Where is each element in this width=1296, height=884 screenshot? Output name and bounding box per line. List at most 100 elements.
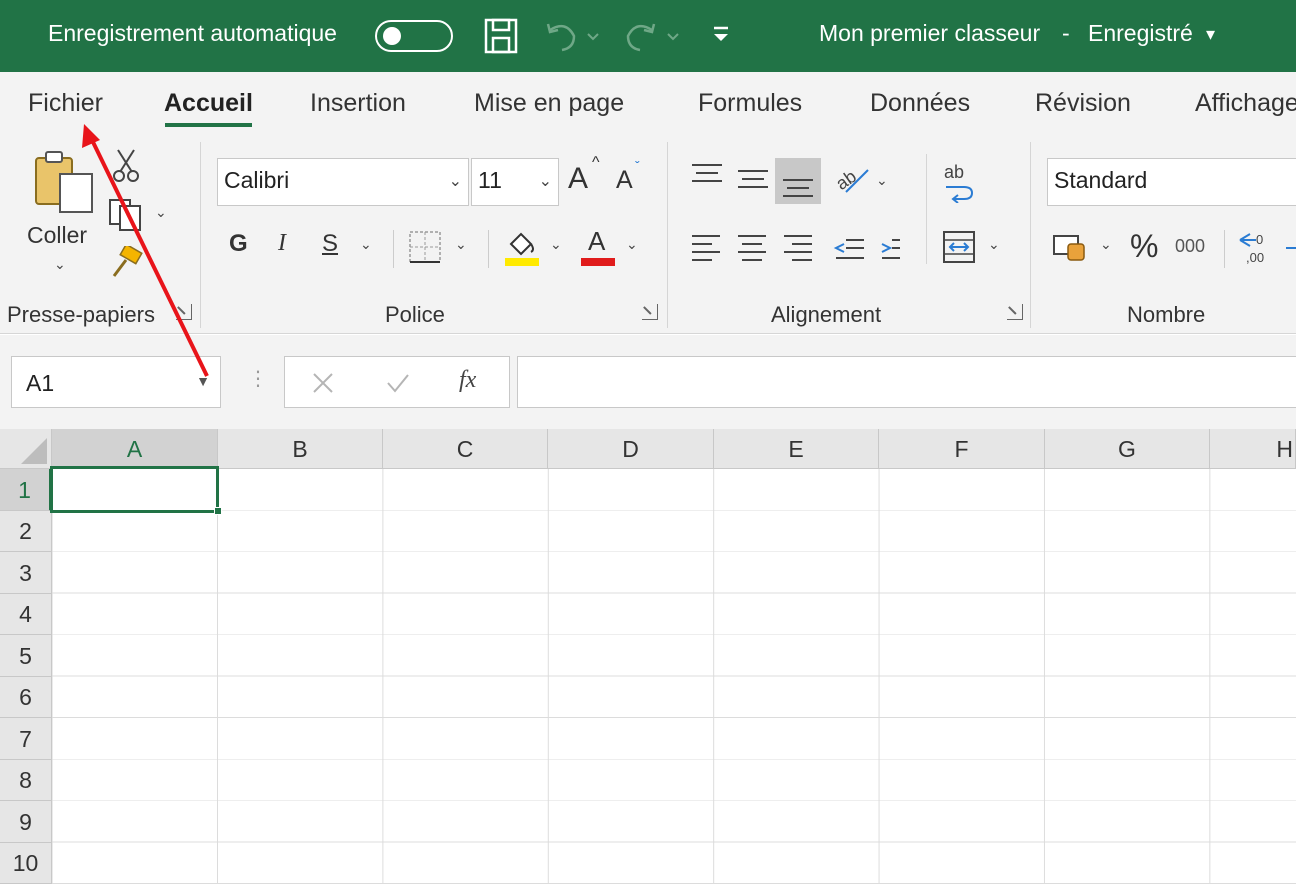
row-header[interactable]: 3 (0, 552, 52, 594)
bold-button[interactable]: G (229, 230, 248, 258)
fill-color-icon[interactable] (503, 226, 539, 268)
row-header[interactable]: 4 (0, 594, 52, 635)
chevron-down-icon: ⌄ (538, 173, 552, 190)
paste-dropdown-icon[interactable]: ⌄ (54, 256, 66, 273)
tab-fichier[interactable]: Fichier (28, 89, 103, 118)
tab-mise-en-page[interactable]: Mise en page (474, 89, 624, 118)
fill-handle[interactable] (214, 507, 222, 515)
font-launcher-icon[interactable] (642, 304, 658, 320)
font-color-dropdown-icon[interactable]: ⌄ (626, 236, 638, 253)
merge-dropdown-icon[interactable]: ⌄ (988, 236, 1000, 253)
tab-formules[interactable]: Formules (698, 89, 802, 118)
copy-dropdown-icon[interactable]: ⌄ (155, 204, 167, 221)
insert-function-button[interactable]: fx (459, 367, 476, 394)
align-center-icon[interactable] (738, 235, 766, 261)
tab-accueil[interactable]: Accueil (164, 89, 253, 118)
font-size-select[interactable]: 11 ⌄ (471, 158, 559, 206)
underline-button[interactable]: S (322, 230, 338, 258)
redo-icon[interactable] (622, 18, 684, 54)
grow-font-button[interactable]: A (568, 162, 588, 196)
paste-label[interactable]: Coller (27, 222, 87, 249)
borders-icon[interactable] (408, 230, 442, 264)
active-cell[interactable] (50, 466, 219, 513)
fill-color-dropdown-icon[interactable]: ⌄ (550, 236, 562, 253)
column-header[interactable]: F (879, 429, 1045, 469)
enter-icon[interactable] (385, 371, 411, 395)
save-icon[interactable] (484, 18, 518, 54)
italic-button[interactable]: I (278, 230, 286, 257)
tab-revision[interactable]: Révision (1035, 89, 1131, 118)
paste-icon[interactable] (34, 150, 96, 216)
divider (1224, 230, 1225, 268)
column-header[interactable]: H (1210, 429, 1296, 469)
align-bottom-button[interactable] (775, 158, 821, 204)
align-right-icon[interactable] (784, 235, 812, 261)
column-header[interactable]: E (714, 429, 879, 469)
tab-donnees[interactable]: Données (870, 89, 970, 118)
row-header[interactable]: 2 (0, 511, 52, 552)
row-header[interactable]: 9 (0, 801, 52, 843)
decrease-indent-icon[interactable] (833, 239, 864, 259)
formula-input[interactable] (517, 356, 1296, 408)
toggle-knob (383, 27, 401, 45)
autosave-toggle[interactable] (375, 20, 453, 52)
cells-area[interactable] (52, 469, 1296, 884)
font-color-button[interactable]: A (588, 226, 605, 257)
column-header[interactable]: A (52, 429, 218, 469)
number-format-select[interactable]: Standard (1047, 158, 1296, 206)
divider (926, 154, 927, 264)
align-top-icon[interactable] (690, 162, 724, 188)
group-label-alignment: Alignement (771, 302, 882, 327)
underline-dropdown-icon[interactable]: ⌄ (360, 236, 372, 253)
align-middle-icon[interactable] (736, 166, 770, 192)
cut-icon[interactable] (112, 148, 140, 184)
row-header[interactable]: 10 (0, 843, 52, 884)
orientation-dropdown-icon[interactable]: ⌄ (876, 172, 888, 189)
shrink-font-button[interactable]: A (616, 166, 633, 195)
name-box[interactable]: A1 ▼ (11, 356, 221, 408)
name-box-value: A1 (26, 370, 55, 396)
title-bar: Enregistrement automatique Mon premier c… (0, 0, 1296, 72)
undo-icon[interactable] (544, 18, 604, 54)
tab-affichage[interactable]: Affichage (1195, 89, 1296, 118)
grip-icon: ⋮ (248, 368, 268, 390)
group-separator (667, 142, 668, 328)
row-header[interactable]: 6 (0, 677, 52, 718)
column-header[interactable]: B (218, 429, 383, 469)
clipboard-launcher-icon[interactable] (176, 304, 192, 320)
wrap-text-icon (946, 186, 974, 203)
column-header[interactable]: C (383, 429, 548, 469)
column-header[interactable]: D (548, 429, 714, 469)
save-status-caret-icon[interactable]: ▾ (1206, 24, 1215, 45)
row-header[interactable]: 8 (0, 760, 52, 801)
align-left-icon[interactable] (692, 235, 720, 261)
merge-center-icon[interactable] (942, 230, 976, 264)
accounting-dropdown-icon[interactable]: ⌄ (1100, 236, 1112, 253)
orientation-icon[interactable]: ab (832, 162, 872, 196)
format-painter-icon[interactable] (108, 246, 144, 280)
percent-style-button[interactable]: % (1130, 228, 1158, 265)
alignment-launcher-icon[interactable] (1007, 304, 1023, 320)
grow-caret-icon: ^ (592, 154, 600, 171)
save-status[interactable]: Enregistré (1088, 20, 1193, 47)
column-header[interactable]: G (1045, 429, 1210, 469)
accounting-format-icon[interactable] (1052, 230, 1090, 264)
comma-style-button[interactable]: 000 (1175, 236, 1205, 257)
borders-dropdown-icon[interactable]: ⌄ (455, 236, 467, 253)
ribbon-tabs: Fichier Accueil Insertion Mise en page F… (0, 72, 1296, 134)
select-all-corner[interactable] (0, 429, 52, 469)
copy-icon[interactable] (108, 198, 144, 232)
increase-indent-icon[interactable] (881, 239, 900, 259)
cancel-icon[interactable] (311, 371, 335, 395)
row-header[interactable]: 1 (0, 469, 52, 511)
row-header[interactable]: 7 (0, 718, 52, 760)
font-family-select[interactable]: Calibri ⌄ (217, 158, 469, 206)
wrap-text-button[interactable]: ab (944, 162, 974, 203)
divider (488, 230, 489, 268)
horizontal-align-row (692, 235, 900, 261)
tab-insertion[interactable]: Insertion (310, 89, 406, 118)
customize-quick-access-icon[interactable] (710, 18, 732, 54)
increase-decimal-icon[interactable]: 0 ,00 (1238, 228, 1296, 268)
shrink-caret-icon: ˇ (635, 158, 640, 174)
row-header[interactable]: 5 (0, 635, 52, 677)
